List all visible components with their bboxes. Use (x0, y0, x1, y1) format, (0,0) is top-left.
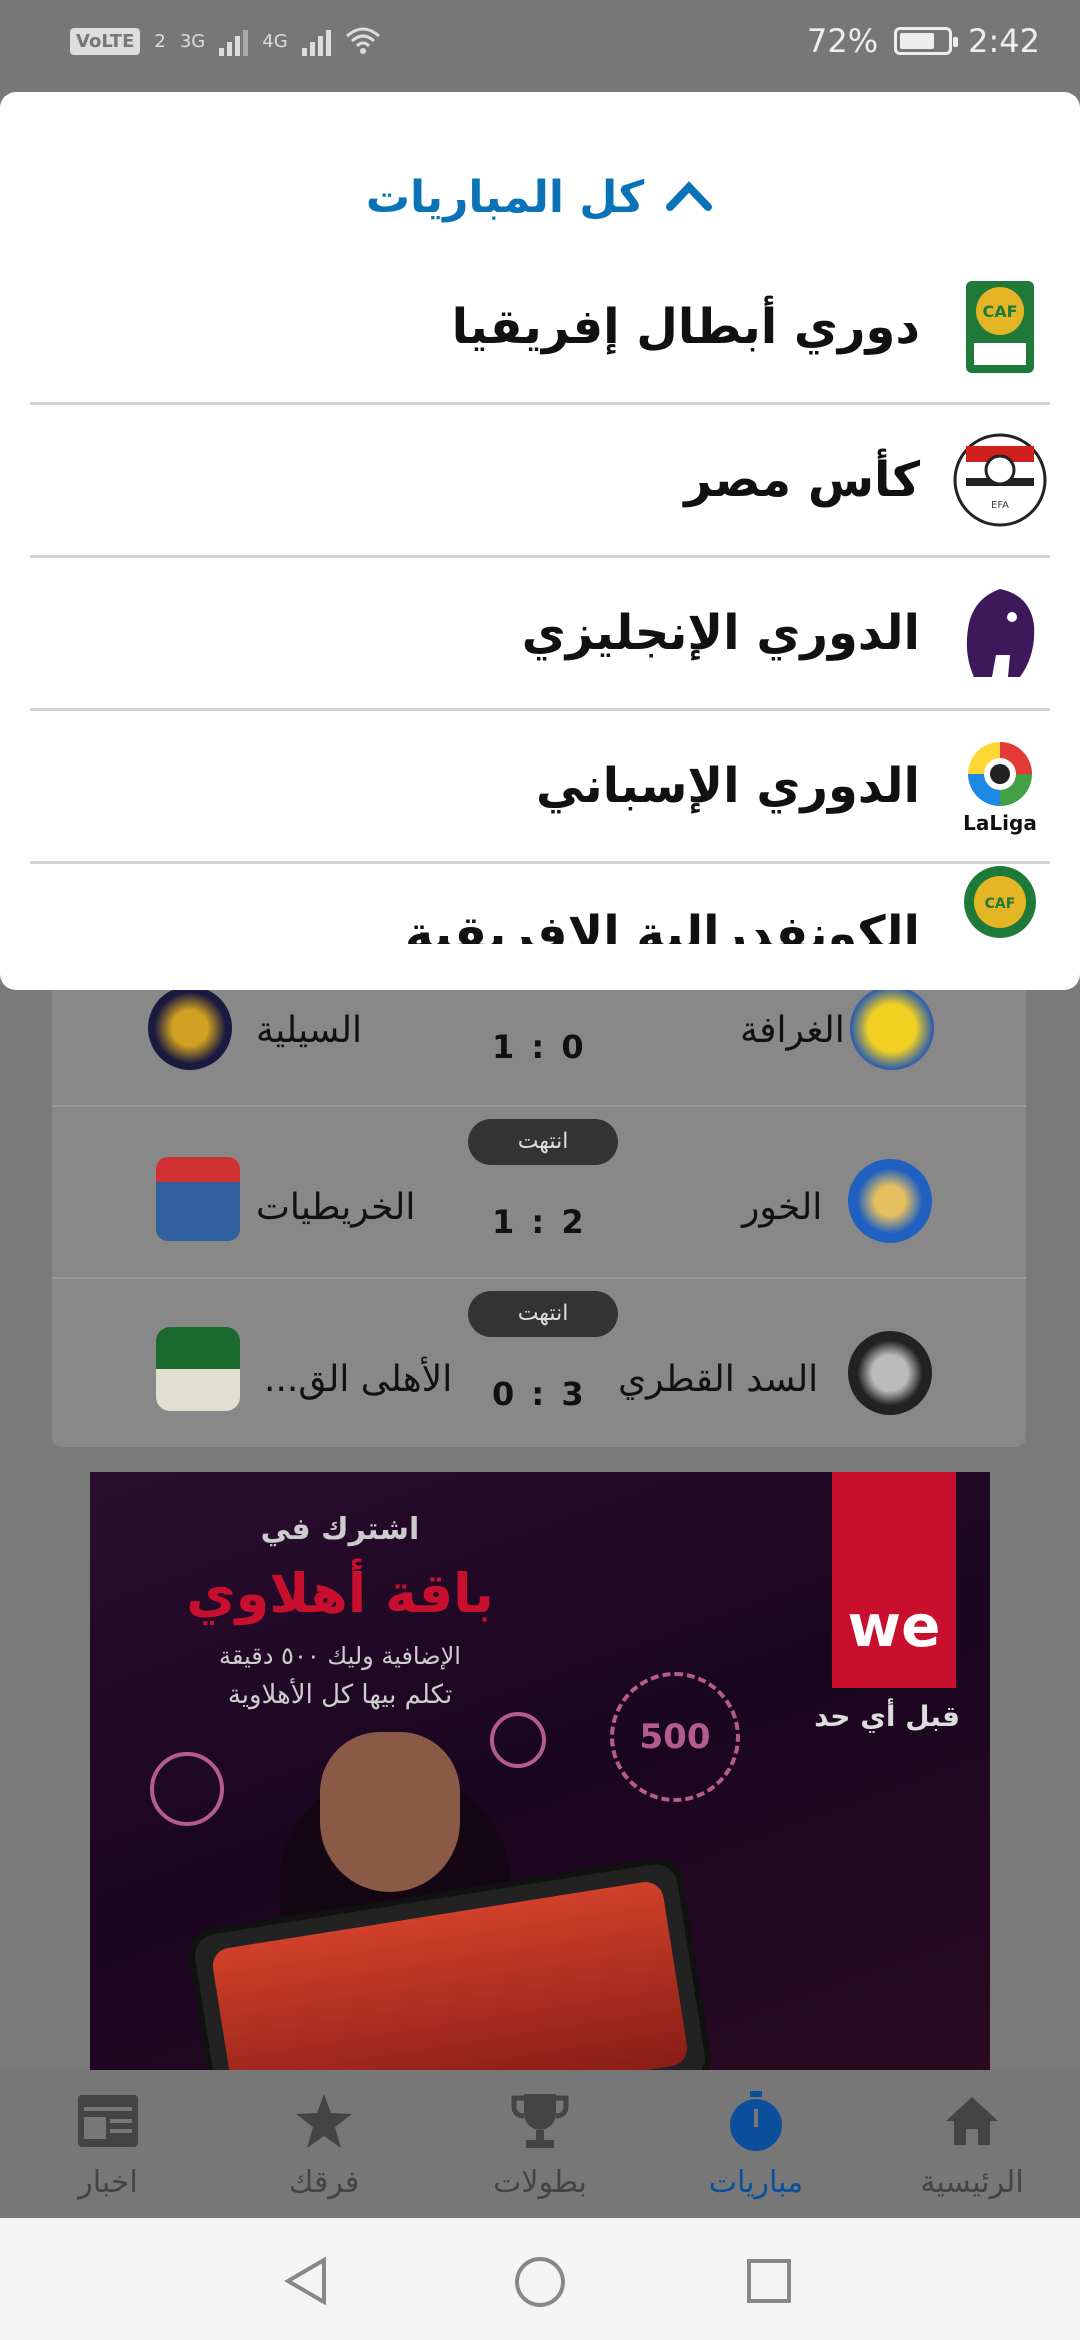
match-row[interactable]: انتهت السد القطري 0 : 3 الأهلى الق... (52, 1277, 1026, 1447)
chevron-up-icon[interactable] (664, 177, 714, 217)
system-navigation-bar (0, 2218, 1080, 2340)
caf-champions-league-logo: CAF (950, 277, 1050, 377)
stopwatch-icon (724, 2089, 788, 2153)
nav-label: بطولات (493, 2164, 587, 2200)
back-icon[interactable] (282, 2256, 330, 2306)
clock: 2:42 (968, 22, 1040, 60)
home-team-logo (850, 986, 934, 1070)
status-right: 72% 2:42 (807, 22, 1040, 60)
match-row[interactable]: انتهت الخور 1 : 2 الخريطيات (52, 1105, 1026, 1277)
ad-body-2: تكلم بيها كل الأهلاوية (227, 1680, 453, 1710)
home-icon (940, 2089, 1004, 2153)
nav-label: مباريات (708, 2164, 804, 2200)
away-team-name: الخريطيات (256, 1187, 416, 1228)
ad-person-head (320, 1732, 460, 1892)
league-name: الدوري الإسباني (536, 758, 920, 814)
ball-icon (490, 1712, 546, 1768)
league-name: كأس مصر (684, 452, 920, 508)
egypt-fa-logo: EFA (950, 430, 1050, 530)
ad-body-1: الإضافية وليك ٥٠٠ دقيقة (219, 1642, 461, 1670)
home-team-logo (848, 1331, 932, 1415)
signal-icon (301, 26, 331, 56)
home-team-name: الخور (742, 1187, 823, 1228)
league-list: دوري أبطال إفريقيا CAF كأس مصر EFA الدور… (30, 252, 1050, 944)
nav-label: اخبار (78, 2164, 138, 2200)
away-team-logo (156, 1157, 240, 1241)
nav-label: الرئيسية (920, 2164, 1024, 2200)
bottom-navigation: الرئيسية مباريات بطولات فرقك اخبار (0, 2070, 1080, 2218)
league-item-laliga[interactable]: الدوري الإسباني LaLiga (30, 711, 1050, 864)
minutes-badge: 500 (610, 1672, 740, 1802)
away-team-logo (156, 1327, 240, 1411)
ad-tagline: قبل أي حد (814, 1700, 960, 1733)
ad-banner[interactable]: we قبل أي حد اشترك في باقة أهلاوي الإضاف… (90, 1472, 990, 2072)
away-team-logo (148, 986, 232, 1070)
league-item-caf-champions[interactable]: دوري أبطال إفريقيا CAF (30, 252, 1050, 405)
we-brand-logo: we (832, 1472, 956, 1688)
away-team-name: الأهلى الق... (264, 1359, 453, 1400)
home-team-logo (848, 1159, 932, 1243)
volte-indicator: VoLTE (70, 27, 141, 55)
dropdown-header[interactable]: كل المباريات (0, 162, 1080, 232)
nav-my-teams[interactable]: فرقك (216, 2070, 432, 2218)
league-item-egypt-cup[interactable]: كأس مصر EFA (30, 405, 1050, 558)
battery-percent: 72% (807, 22, 879, 60)
battery-icon (894, 27, 959, 55)
signal-icon (219, 26, 249, 56)
news-icon (76, 2089, 140, 2153)
match-score: 1 : 2 (492, 1203, 587, 1241)
league-item-premier-league[interactable]: الدوري الإنجليزي (30, 558, 1050, 711)
wifi-icon (345, 27, 380, 54)
ad-headline-2: باقة أهلاوي (186, 1562, 494, 1625)
premier-league-lion-logo (950, 583, 1050, 683)
match-score: 1 : 0 (492, 1028, 587, 1066)
status-bar: VoLTE 2 3G 4G 72% 2:42 (0, 0, 1080, 90)
league-name: الدوري الإنجليزي (521, 605, 920, 661)
match-status-badge: انتهت (468, 1291, 618, 1337)
nav-label: فرقك (288, 2164, 360, 2200)
sim-indicator: 2 (154, 30, 166, 52)
nav-matches[interactable]: مباريات (648, 2070, 864, 2218)
league-item-caf-confederation[interactable]: الكونفدرالية الافريقية CAF (30, 864, 1050, 944)
network-4g-label: 4G (262, 30, 288, 52)
caf-confederation-cup-logo: CAF (950, 864, 1050, 944)
match-status-badge: انتهت (468, 1119, 618, 1165)
ad-headline-1: اشترك في (260, 1512, 420, 1547)
laliga-logo: LaLiga (950, 736, 1050, 836)
league-dropdown: كل المباريات دوري أبطال إفريقيا CAF كأس … (0, 92, 1080, 990)
clock-icon (150, 1752, 224, 1826)
home-team-name: السد القطري (618, 1359, 819, 1400)
nav-tournaments[interactable]: بطولات (432, 2070, 648, 2218)
away-team-name: السيلية (256, 1010, 363, 1051)
league-name: الكونفدرالية الافريقية (404, 906, 920, 944)
match-score: 0 : 3 (492, 1375, 587, 1413)
recents-icon[interactable] (746, 2258, 792, 2304)
nav-home[interactable]: الرئيسية (864, 2070, 1080, 2218)
status-left: VoLTE 2 3G 4G (70, 26, 381, 56)
home-circle-icon[interactable] (514, 2256, 566, 2308)
svg-text:CAF: CAF (982, 302, 1017, 321)
laliga-logo-text: LaLiga (963, 811, 1037, 835)
star-icon (292, 2089, 356, 2153)
trophy-icon (508, 2089, 572, 2153)
league-name: دوري أبطال إفريقيا (451, 299, 920, 355)
svg-text:EFA: EFA (991, 500, 1009, 511)
dropdown-title: كل المباريات (365, 171, 645, 223)
home-team-name: الغرافة (740, 1010, 845, 1051)
nav-news[interactable]: اخبار (0, 2070, 216, 2218)
network-3g-label: 3G (179, 30, 206, 52)
svg-text:CAF: CAF (985, 896, 1016, 912)
